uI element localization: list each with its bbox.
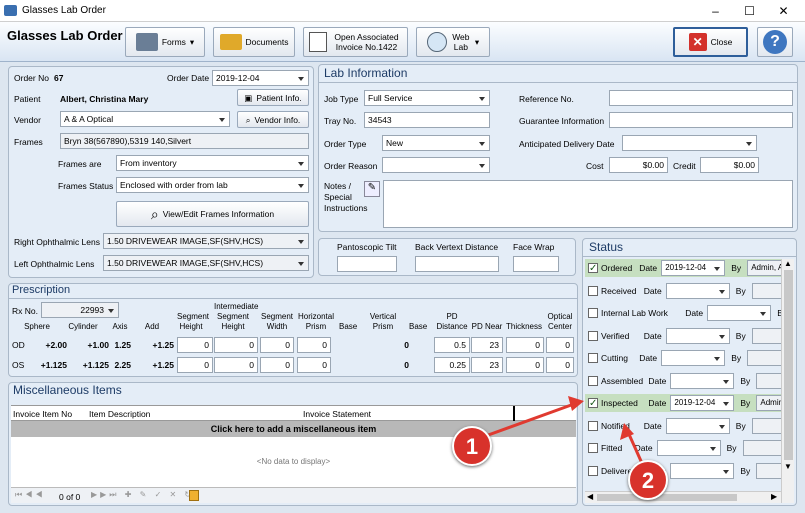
arrow-1-head [568,396,584,411]
annotation-arrows [479,396,647,471]
annotation-badge-1: 1 [452,426,492,466]
arrow-1-line [479,402,575,440]
annotation-badge-2: 2 [628,460,668,500]
